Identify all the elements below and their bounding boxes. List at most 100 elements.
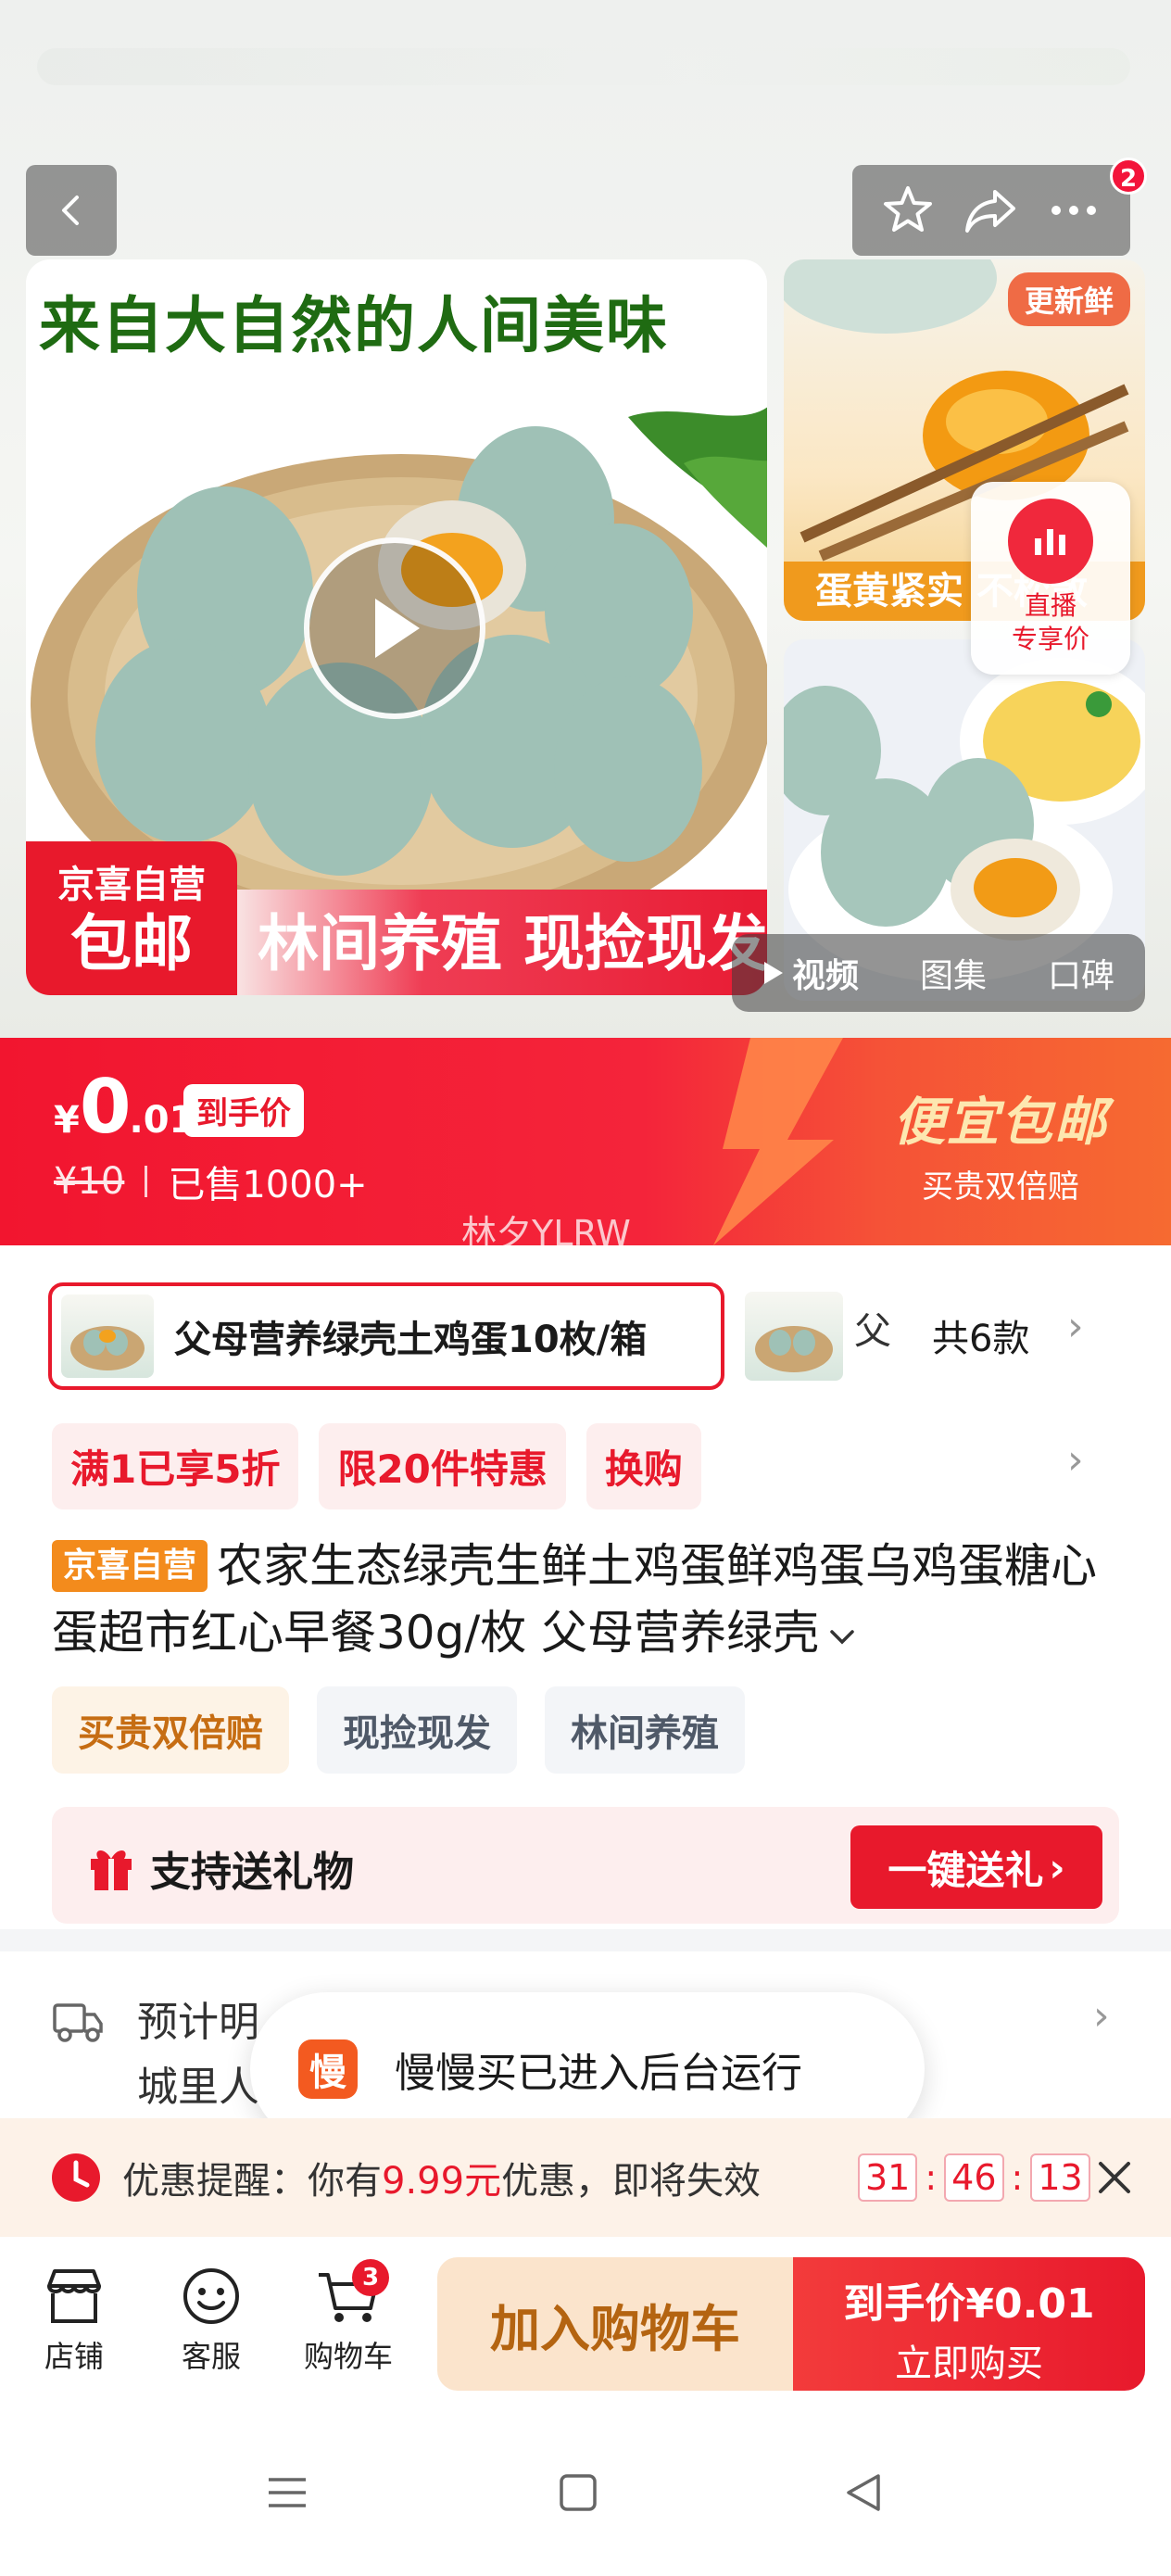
cheap-free-shipping: 便宜包邮 买贵双倍赔 <box>880 1080 1121 1206</box>
back-nav-icon[interactable] <box>841 2470 886 2515</box>
main-product-image[interactable]: 来自大自然的人间美味 京喜自营 包邮 林间养殖 现捡现发 <box>26 259 767 995</box>
tab-video-label: 视频 <box>791 957 859 995</box>
double-refund-text: 买贵双倍赔 <box>922 1168 1079 1206</box>
delivery-chevron-icon[interactable]: › <box>1093 1992 1110 2039</box>
add-to-cart-button[interactable]: 加入购物车 <box>437 2257 793 2391</box>
gift-icon <box>91 1850 132 1890</box>
discount-reminder[interactable]: 优惠提醒：你有9.99元优惠，即将失效 31 : 46 : 13 <box>0 2118 1171 2237</box>
image-tagline: 来自大自然的人间美味 <box>39 289 669 361</box>
final-price-tag: 到手价 <box>183 1084 304 1137</box>
section-divider <box>0 1929 1171 1951</box>
free-shipping-line1: 京喜自营 <box>57 864 206 906</box>
play-video-button[interactable] <box>304 537 485 719</box>
menu-icon[interactable] <box>265 2470 309 2515</box>
tab-reviews[interactable]: 口碑 <box>1048 949 1114 997</box>
system-navigation-bar <box>0 2415 1171 2576</box>
home-icon[interactable] <box>556 2470 600 2515</box>
service-chips: 买贵双倍赔 现捡现发 林间养殖 <box>52 1686 745 1774</box>
chevron-left-icon <box>62 196 79 225</box>
chip-price-guarantee[interactable]: 买贵双倍赔 <box>52 1686 289 1774</box>
variant-selected[interactable]: 父母营养绿壳土鸡蛋10枚/箱 <box>48 1282 724 1390</box>
service-label: 客服 <box>181 2339 241 2374</box>
cart-label: 购物车 <box>303 2339 393 2374</box>
chevron-right-icon[interactable]: › <box>1067 1303 1084 1350</box>
gift-label: 支持送礼物 <box>150 1849 354 1896</box>
free-shipping-badge: 京喜自营 包邮 <box>26 841 237 995</box>
chevron-down-icon[interactable] <box>826 1626 858 1648</box>
price-symbol: ¥ <box>54 1099 80 1142</box>
self-operated-tag: 京喜自营 <box>52 1540 208 1592</box>
clock-icon <box>52 2153 100 2202</box>
store-button[interactable]: 店铺 <box>19 2259 130 2376</box>
status-bar <box>37 48 1130 85</box>
chip-fresh-pick[interactable]: 现捡现发 <box>317 1686 517 1774</box>
live-icon <box>1008 499 1093 584</box>
product-media-area: 2 来自大自然的人间美味 京喜自营 包邮 林间养殖 现捡现发 更新鲜 蛋黄紧实 … <box>0 0 1171 1038</box>
chip-forest-farm[interactable]: 林间养殖 <box>545 1686 745 1774</box>
timer-colon: : <box>925 2157 938 2198</box>
live-stream-button[interactable]: 直播 专享价 <box>971 482 1130 675</box>
live-label: 直播 <box>1024 590 1077 621</box>
free-shipping-line2: 包邮 <box>70 908 193 979</box>
reminder-text: 优惠提醒：你有9.99元优惠，即将失效 <box>122 2151 761 2204</box>
promo-exchange[interactable]: 换购 <box>586 1423 701 1509</box>
variant-next-label: 父 <box>854 1310 891 1353</box>
more-icon[interactable] <box>1045 183 1102 238</box>
send-gift-button[interactable]: 一键送礼 › <box>850 1825 1102 1909</box>
truck-icon <box>53 2003 103 2042</box>
price-original-row: ¥10 已售1000+ <box>54 1155 368 1208</box>
variant-thumbnail-next[interactable] <box>745 1292 843 1381</box>
share-icon[interactable] <box>962 183 1019 238</box>
reminder-amount: 9.99元 <box>382 2160 502 2203</box>
toast-message: 慢慢买已进入后台运行 <box>395 2050 802 2097</box>
cheap-free-shipping-title: 便宜包邮 <box>893 1092 1108 1153</box>
chevron-right-small-icon: › <box>1049 1844 1065 1890</box>
cart-button[interactable]: 3 购物车 <box>293 2259 404 2376</box>
price-banner: ¥ 0 .01 到手价 ¥10 已售1000+ 便宜包邮 买贵双倍赔 林夕YLR… <box>0 1038 1171 1245</box>
original-price: ¥10 <box>54 1160 125 1203</box>
product-title[interactable]: 京喜自营 农家生态绿壳生鲜土鸡蛋鲜鸡蛋乌鸡蛋糖心蛋超市红心早餐30g/枚 父母营养… <box>52 1533 1127 1666</box>
cart-count-badge: 3 <box>352 2259 389 2296</box>
promo-chevron-icon[interactable]: › <box>1067 1436 1084 1484</box>
promo-limited[interactable]: 限20件特惠 <box>319 1423 566 1509</box>
buy-now-button[interactable]: 到手价¥0.01 立即购买 <box>793 2257 1145 2391</box>
lightning-decoration <box>713 1038 843 1245</box>
countdown-timer: 31 : 46 : 13 <box>858 2153 1090 2202</box>
variant-thumbnail <box>61 1294 154 1378</box>
sold-count: 已售1000+ <box>168 1164 368 1206</box>
reminder-suffix: 优惠，即将失效 <box>501 2160 762 2203</box>
delivery-estimate: 预计明 <box>137 1999 259 2046</box>
play-small-icon <box>763 962 783 984</box>
gift-section: 支持送礼物 一键送礼 › <box>52 1807 1119 1924</box>
store-icon <box>47 2269 101 2323</box>
play-icon <box>375 599 420 658</box>
variant-count[interactable]: 共6款 <box>932 1308 1029 1362</box>
image-slogan: 林间养殖 现捡现发 <box>237 890 767 995</box>
fresher-tag: 更新鲜 <box>1007 272 1130 326</box>
delivery-address: 城里人 <box>137 2064 259 2111</box>
separator <box>145 1166 148 1197</box>
notification-badge: 2 <box>1110 158 1147 195</box>
live-price-label: 专享价 <box>1011 624 1089 654</box>
timer-hours: 31 <box>858 2153 918 2202</box>
tab-gallery[interactable]: 图集 <box>920 949 987 997</box>
star-icon[interactable] <box>880 183 936 238</box>
bottom-action-bar: 店铺 客服 3 购物车 加入购物车 到手价¥0.01 立即购买 <box>0 2237 1171 2415</box>
buy-now-price: 到手价¥0.01 <box>843 2280 1095 2328</box>
app-icon: 慢 <box>298 2039 358 2099</box>
variant-name: 父母营养绿壳土鸡蛋10枚/箱 <box>174 1319 648 1361</box>
timer-seconds: 13 <box>1030 2153 1090 2202</box>
promo-discount[interactable]: 满1已享5折 <box>52 1423 299 1509</box>
back-button[interactable] <box>26 165 117 256</box>
customer-service-button[interactable]: 客服 <box>156 2259 267 2376</box>
tab-video[interactable]: 视频 <box>762 949 859 997</box>
variant-selector: 父母营养绿壳土鸡蛋10枚/箱 父 共6款 › <box>48 1282 1141 1390</box>
promo-tags: 满1已享5折 限20件特惠 换购 <box>52 1423 701 1509</box>
product-title-text: 农家生态绿壳生鲜土鸡蛋鲜鸡蛋乌鸡蛋糖心蛋超市红心早餐30g/枚 父母营养绿壳 <box>52 1539 1098 1660</box>
watermark-text: 林夕YLRW <box>461 1213 631 1245</box>
timer-minutes: 46 <box>944 2153 1004 2202</box>
close-icon[interactable] <box>1093 2156 1136 2199</box>
timer-colon: : <box>1011 2157 1024 2198</box>
buy-now-label: 立即购买 <box>895 2342 1043 2385</box>
service-icon <box>183 2268 239 2324</box>
